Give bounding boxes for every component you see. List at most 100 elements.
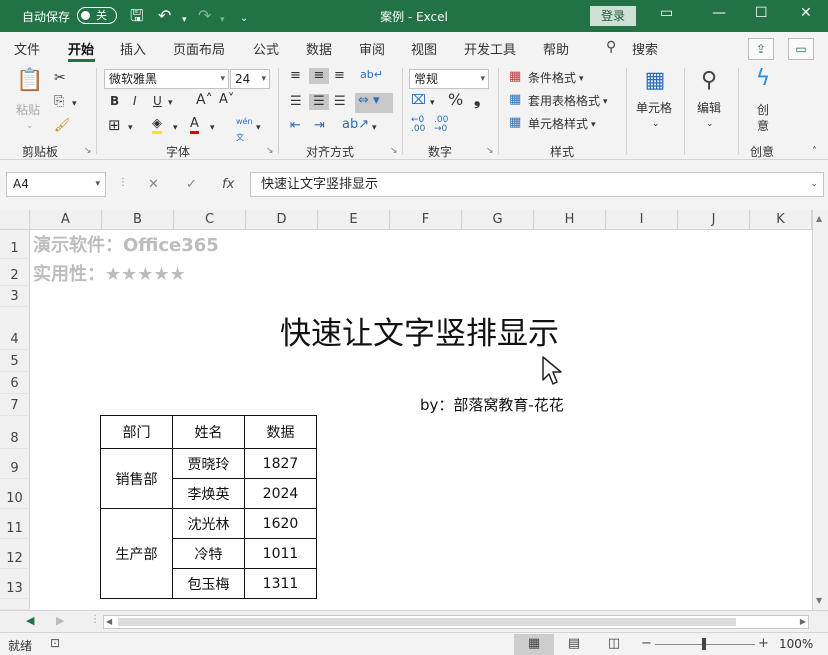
cell-styles-dropdown-icon[interactable]: ▾ [591, 117, 596, 133]
editing-dropdown-icon[interactable]: ⌄ [706, 116, 714, 132]
enter-icon[interactable]: ✓ [186, 177, 197, 192]
underline-dropdown-icon[interactable]: ▾ [168, 95, 173, 111]
conditional-format-icon[interactable]: ▦ [509, 69, 521, 85]
table-cell-value[interactable]: 1311 [244, 568, 317, 599]
column-header-b[interactable]: B [102, 210, 174, 230]
tab-home[interactable]: 开始 [68, 39, 94, 58]
scroll-down-icon[interactable]: ▼ [816, 596, 822, 605]
column-header-d[interactable]: D [246, 210, 318, 230]
table-cell-name[interactable]: 包玉梅 [172, 568, 245, 599]
tab-page-layout[interactable]: 页面布局 [173, 39, 225, 58]
ribbon-display-icon[interactable]: ▭ [660, 5, 673, 21]
vertical-scrollbar[interactable]: ▲ ▼ [812, 210, 828, 610]
cells-dropdown-icon[interactable]: ⌄ [652, 116, 660, 132]
cell-a2-usability[interactable]: 实用性：★★★★★ [33, 260, 186, 286]
comments-button[interactable]: ▭ [788, 38, 814, 60]
horizontal-scrollbar[interactable]: ◀ ▶ [103, 615, 809, 629]
tab-insert[interactable]: 插入 [120, 39, 146, 58]
merge-center-icon[interactable]: ⇔ ▾ [355, 93, 393, 113]
font-color-icon[interactable]: A [190, 116, 199, 134]
cell-byline[interactable]: by：部落窝教育-花花 [420, 394, 564, 415]
prev-sheet-icon[interactable]: ◀ [26, 614, 34, 627]
phonetic-guide-icon[interactable]: wén 文 [236, 114, 253, 146]
row-header-3[interactable]: 3 [0, 286, 30, 307]
increase-font-icon[interactable]: A˄ [196, 92, 213, 108]
format-painter-icon[interactable]: 🖌 [54, 118, 71, 134]
decrease-font-icon[interactable]: A˅ [219, 92, 234, 108]
cells-button[interactable]: 单元格 [636, 100, 672, 116]
decrease-indent-icon[interactable]: ⇤ [290, 118, 301, 134]
tab-view[interactable]: 视图 [411, 39, 437, 58]
zoom-in-icon[interactable]: + [758, 636, 769, 651]
increase-decimal-icon[interactable]: ←0.00 [411, 116, 425, 134]
row-header-11[interactable]: 11 [0, 509, 30, 539]
cell-a4-title[interactable]: 快速让文字竖排显示 [280, 308, 559, 353]
format-table-dropdown-icon[interactable]: ▾ [603, 94, 608, 110]
conditional-format-dropdown-icon[interactable]: ▾ [579, 71, 584, 87]
font-name-select[interactable]: 微软雅黑 ▾ [104, 69, 229, 89]
align-bottom-icon[interactable]: ≡ [334, 68, 345, 84]
create-button-line1[interactable]: 创 [757, 102, 769, 118]
cut-icon[interactable]: ✂ [54, 70, 66, 86]
row-header-2[interactable]: 2 [0, 259, 30, 286]
table-header-name[interactable]: 姓名 [172, 415, 245, 449]
create-button-line2[interactable]: 意 [757, 118, 769, 134]
row-header-14-partial[interactable] [0, 599, 30, 610]
cell-a1-demo-software[interactable]: 演示软件：Office365 [33, 231, 219, 257]
cancel-icon[interactable]: ✕ [148, 177, 159, 192]
row-header-1[interactable]: 1 [0, 230, 30, 259]
wrap-text-icon[interactable]: ab↵ [360, 67, 383, 83]
percent-icon[interactable]: % [448, 92, 463, 108]
column-header-f[interactable]: F [390, 210, 462, 230]
expand-formula-icon[interactable]: ⌄ [810, 173, 818, 196]
scroll-right-icon[interactable]: ▶ [800, 616, 806, 628]
table-cell-name[interactable]: 李焕英 [172, 478, 245, 509]
row-header-7[interactable]: 7 [0, 394, 30, 416]
column-header-g[interactable]: G [462, 210, 534, 230]
column-header-i[interactable]: I [606, 210, 678, 230]
clipboard-launcher-icon[interactable]: ↘ [84, 146, 92, 156]
tab-developer[interactable]: 开发工具 [464, 39, 516, 58]
accounting-dropdown-icon[interactable]: ▾ [430, 95, 435, 111]
table-cell-value[interactable]: 1011 [244, 538, 317, 569]
copy-dropdown-icon[interactable]: ▾ [72, 96, 77, 112]
tab-data[interactable]: 数据 [306, 39, 332, 58]
bold-icon[interactable]: B [110, 93, 119, 109]
tab-help[interactable]: 帮助 [543, 39, 569, 58]
collapse-ribbon-icon[interactable]: ˄ [812, 144, 817, 160]
paste-dropdown-icon[interactable]: ⌄ [26, 118, 34, 134]
column-header-e[interactable]: E [318, 210, 390, 230]
decrease-decimal-icon[interactable]: .00 →0 [434, 116, 448, 134]
tab-formulas[interactable]: 公式 [253, 39, 279, 58]
tab-review[interactable]: 审阅 [359, 39, 385, 58]
page-layout-view-button[interactable]: ▤ [554, 634, 594, 655]
zoom-level[interactable]: 100% [779, 637, 813, 651]
underline-icon[interactable]: U [153, 93, 162, 109]
formula-input[interactable]: 快速让文字竖排显示 ⌄ [250, 172, 824, 197]
row-header-13[interactable]: 13 [0, 569, 30, 599]
name-box[interactable]: A4 ▾ [6, 172, 106, 197]
column-header-k[interactable]: K [750, 210, 812, 230]
table-cell-value[interactable]: 1827 [244, 448, 317, 479]
column-header-j[interactable]: J [678, 210, 750, 230]
maximize-icon[interactable]: ☐ [755, 5, 768, 21]
borders-dropdown-icon[interactable]: ▾ [128, 120, 133, 136]
paste-button[interactable]: 粘贴 [16, 102, 40, 118]
page-break-view-button[interactable]: ◫ [594, 634, 634, 655]
login-button[interactable]: 登录 [590, 6, 636, 26]
fill-color-dropdown-icon[interactable]: ▾ [173, 120, 178, 136]
format-table-icon[interactable]: ▦ [509, 92, 521, 108]
editing-button[interactable]: 编辑 [697, 100, 721, 116]
number-launcher-icon[interactable]: ↘ [486, 146, 494, 156]
font-size-select[interactable]: 24 ▾ [230, 69, 270, 89]
table-cell-name[interactable]: 冷特 [172, 538, 245, 569]
align-center-icon[interactable]: ☰ [309, 94, 329, 110]
select-all-corner[interactable] [0, 210, 30, 230]
alignment-launcher-icon[interactable]: ↘ [390, 146, 398, 156]
fill-color-icon[interactable]: ◈ [152, 116, 162, 134]
table-cell-name[interactable]: 贾晓玲 [172, 448, 245, 479]
table-cell-dept[interactable]: 销售部 [100, 448, 173, 509]
number-format-select[interactable]: 常规 ▾ [409, 69, 489, 89]
copy-icon[interactable]: ⎘ [54, 94, 64, 110]
conditional-format-button[interactable]: 条件格式 [528, 70, 576, 86]
